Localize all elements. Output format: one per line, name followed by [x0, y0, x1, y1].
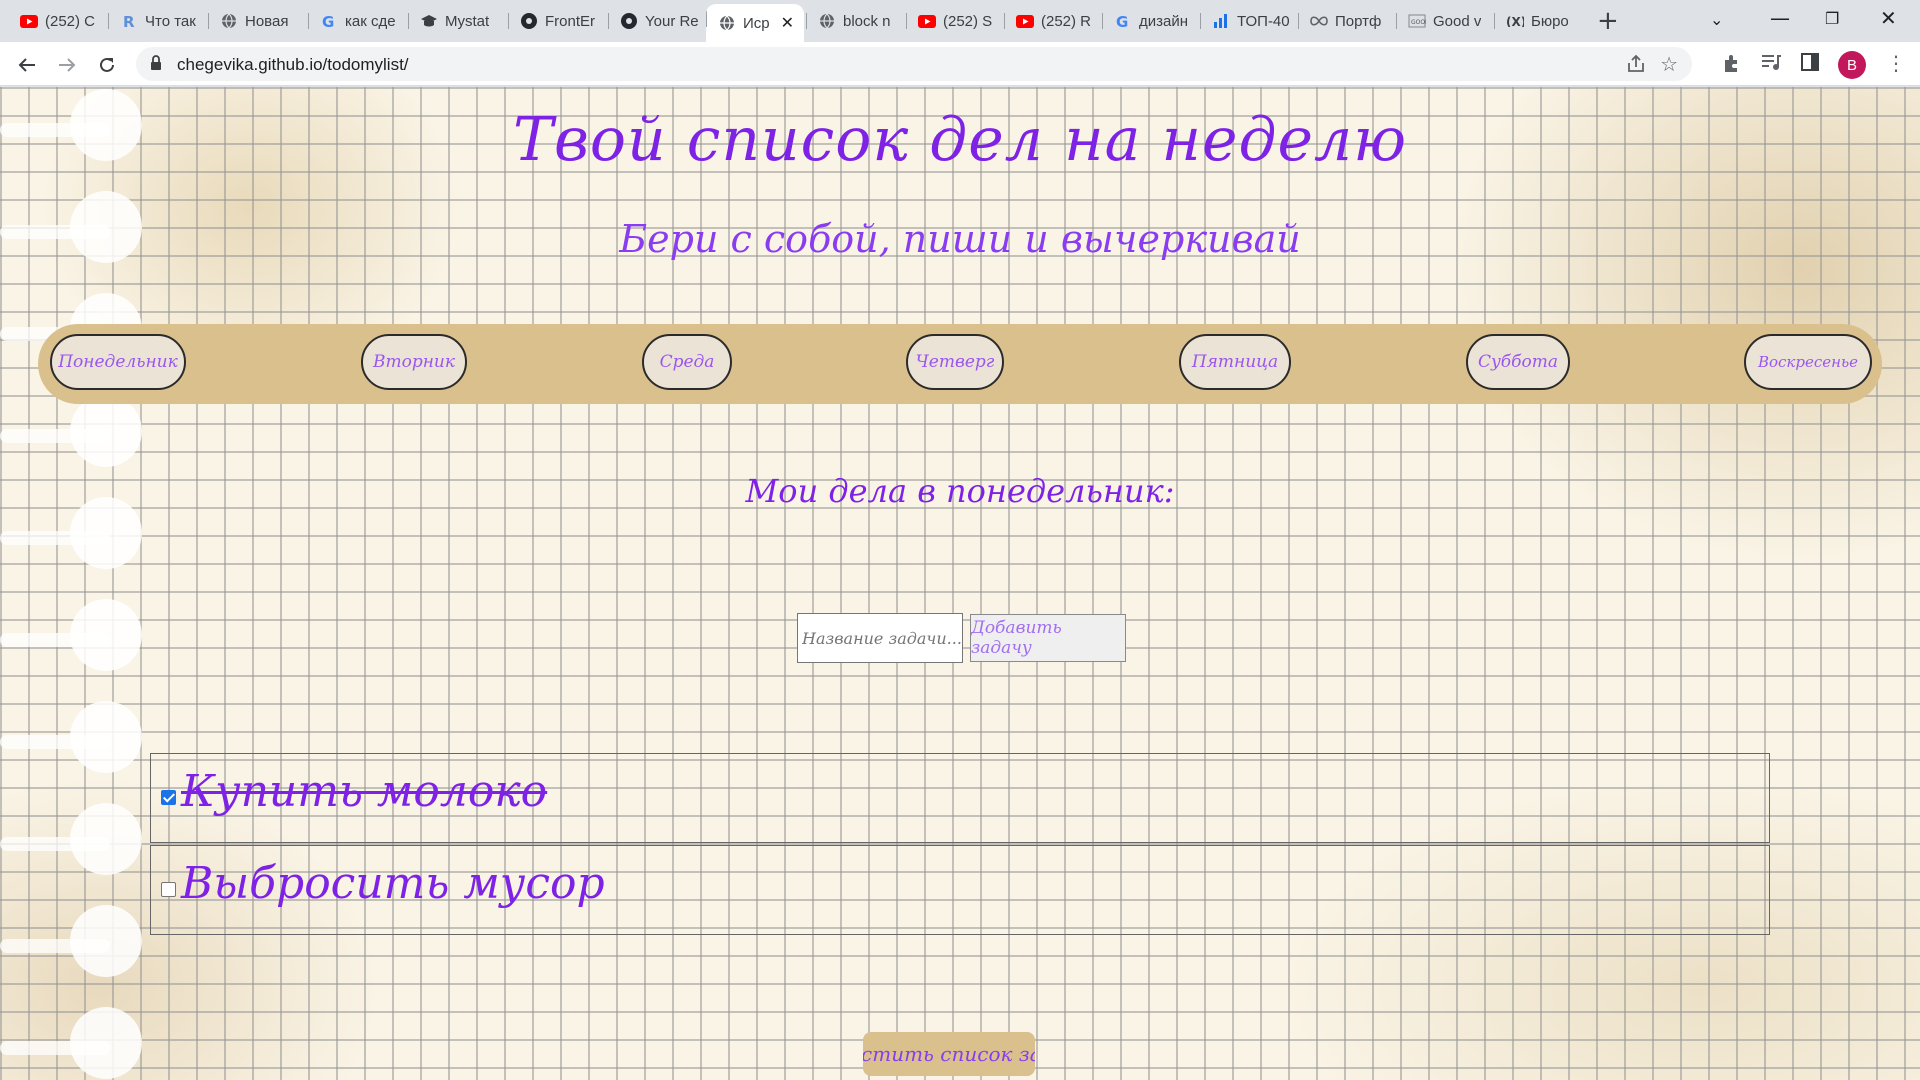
day-button-wednesday[interactable]: Среда	[642, 334, 732, 390]
youtube-icon	[918, 12, 936, 30]
address-bar[interactable]: chegevika.github.io/todomylist/ ☆	[136, 47, 1692, 81]
globe-icon	[718, 14, 736, 32]
share-icon[interactable]	[1626, 54, 1646, 78]
tab-title: (252) S	[943, 12, 993, 30]
lock-icon[interactable]	[150, 55, 162, 75]
tab-youtube-1[interactable]: (252) C	[8, 6, 106, 36]
tab-title: ТОП-40	[1237, 12, 1290, 30]
tab-active[interactable]: Иср ✕	[706, 4, 804, 42]
tab-portfolio[interactable]: Портф	[1298, 6, 1396, 36]
tab-title: block n	[843, 12, 891, 30]
google-icon: G	[1114, 12, 1132, 30]
bookmark-star-icon[interactable]: ☆	[1660, 52, 1678, 76]
globe-icon	[220, 12, 238, 30]
tab-new[interactable]: Новая	[208, 6, 306, 36]
reload-button[interactable]	[92, 50, 122, 80]
task-text: Купить молоко	[181, 766, 548, 817]
tab-title: FrontEr	[545, 12, 596, 30]
svg-text:G: G	[1116, 13, 1128, 29]
tab-title: (252) C	[45, 12, 96, 30]
close-tab-icon[interactable]: ✕	[781, 13, 794, 33]
page-title: Твой список дел на неделю	[512, 105, 1408, 175]
r-logo-icon: R	[120, 12, 138, 30]
forward-button[interactable]	[52, 50, 82, 80]
tab-title: Your Re	[645, 12, 699, 30]
url-text[interactable]: chegevika.github.io/todomylist/	[177, 55, 409, 75]
good-studio-icon: GOOD	[1408, 12, 1426, 30]
task-checkbox[interactable]	[161, 882, 176, 897]
tab-r[interactable]: R Что так	[108, 6, 206, 36]
graduation-cap-icon	[420, 12, 438, 30]
infinity-icon	[1310, 12, 1328, 30]
clear-tasks-button[interactable]: Очистить список задач	[863, 1032, 1035, 1076]
tab-github-1[interactable]: FrontEr	[508, 6, 606, 36]
tab-title: как сде	[345, 12, 396, 30]
day-button-sunday[interactable]: Воскресенье	[1744, 334, 1872, 390]
back-button[interactable]	[12, 50, 42, 80]
day-button-tuesday[interactable]: Вторник	[361, 334, 467, 390]
tab-google-2[interactable]: G дизайн	[1102, 6, 1200, 36]
tab-title: Иср	[743, 14, 770, 32]
side-panel-icon[interactable]	[1800, 52, 1820, 76]
task-item: Купить молоко	[150, 753, 1770, 843]
media-control-icon[interactable]	[1760, 52, 1782, 76]
day-button-monday[interactable]: Понедельник	[50, 334, 186, 390]
tab-top40[interactable]: ТОП-40	[1200, 6, 1298, 36]
youtube-icon	[20, 12, 38, 30]
new-tab-button[interactable]: +	[1597, 8, 1619, 34]
browser-menu-icon[interactable]: ⋮	[1886, 51, 1906, 75]
github-icon	[520, 12, 538, 30]
tab-title: дизайн	[1139, 12, 1189, 30]
bureau-icon: (X)	[1506, 12, 1524, 30]
svg-text:GOOD: GOOD	[1411, 19, 1426, 26]
browser-toolbar: chegevika.github.io/todomylist/ ☆ B ⋮	[0, 42, 1920, 86]
globe-icon	[818, 12, 836, 30]
weekday-nav: Понедельник Вторник Среда Четверг Пятниц…	[38, 324, 1882, 404]
svg-text:R: R	[123, 13, 135, 29]
day-heading: Мои дела в понедельник:	[745, 472, 1175, 510]
tab-mystat[interactable]: Mystat	[408, 6, 506, 36]
day-button-saturday[interactable]: Суббота	[1466, 334, 1570, 390]
tab-youtube-3[interactable]: (252) R	[1004, 6, 1102, 36]
tab-title: Новая	[245, 12, 289, 30]
bar-chart-icon	[1212, 12, 1230, 30]
tab-title: Портф	[1335, 12, 1382, 30]
github-icon	[620, 12, 638, 30]
task-item: Выбросить мусор	[150, 845, 1770, 935]
tab-title: Mystat	[445, 12, 490, 30]
svg-text:G: G	[322, 13, 334, 29]
tab-github-2[interactable]: Your Re	[608, 6, 706, 36]
tab-youtube-2[interactable]: (252) S	[906, 6, 1004, 36]
add-task-button[interactable]: Добавить задачу	[970, 614, 1126, 662]
tab-title: Good v	[1433, 12, 1482, 30]
tab-strip: (252) C R Что так Новая G как сде Mystat…	[0, 0, 1920, 42]
task-name-input[interactable]	[797, 613, 963, 663]
tab-good[interactable]: GOOD Good v	[1396, 6, 1494, 36]
day-button-friday[interactable]: Пятница	[1179, 334, 1291, 390]
tab-google-1[interactable]: G как сде	[308, 6, 406, 36]
minimize-button[interactable]: —	[1770, 6, 1790, 30]
task-checkbox[interactable]	[161, 790, 176, 805]
tab-search-icon[interactable]: ⌄	[1710, 10, 1723, 29]
task-text: Выбросить мусор	[181, 858, 605, 909]
day-button-thursday[interactable]: Четверг	[906, 334, 1004, 390]
tab-title: (252) R	[1041, 12, 1092, 30]
restore-button[interactable]: ❐	[1825, 9, 1839, 28]
youtube-icon	[1016, 12, 1034, 30]
tab-block[interactable]: block n	[806, 6, 904, 36]
close-window-button[interactable]: ✕	[1880, 6, 1897, 30]
svg-text:(X): (X)	[1506, 15, 1524, 27]
google-icon: G	[320, 12, 338, 30]
page-subtitle: Бери с собой, пиши и вычеркивай	[619, 217, 1301, 261]
tab-title: Что так	[145, 12, 196, 30]
profile-avatar[interactable]: B	[1838, 51, 1866, 79]
tab-bureau[interactable]: (X) Бюро	[1494, 6, 1584, 36]
extensions-icon[interactable]	[1721, 52, 1743, 78]
tab-title: Бюро	[1531, 12, 1569, 30]
page-viewport: Твой список дел на неделю Бери с собой, …	[0, 87, 1920, 1080]
